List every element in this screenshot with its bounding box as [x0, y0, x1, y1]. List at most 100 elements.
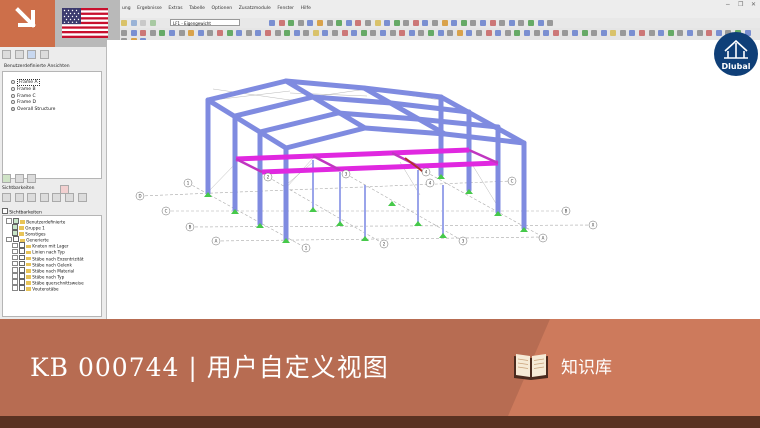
toolbar-button[interactable] [297, 20, 304, 26]
model-viewport[interactable]: D C B A C B A X 1 2 3 4 1 2 3 4 [107, 40, 760, 319]
menu-item[interactable]: Fenster [277, 0, 294, 18]
toolbar-button[interactable] [441, 20, 448, 26]
radio-button-selected[interactable] [11, 107, 15, 112]
toolbar-button[interactable] [399, 30, 406, 36]
toolbar-button[interactable] [374, 20, 381, 26]
toolbar-button[interactable] [274, 30, 281, 36]
toolbar-button[interactable] [677, 30, 684, 36]
tree-item[interactable]: Stäbe nach Exzentrizität [6, 254, 84, 261]
toolbar-button[interactable] [466, 30, 473, 36]
toolbar-button[interactable] [197, 30, 204, 36]
toolbar-button[interactable] [345, 20, 352, 26]
toolbar-button[interactable] [418, 30, 425, 36]
toolbar-button[interactable] [403, 20, 410, 26]
add-view-button[interactable] [2, 174, 11, 183]
toolbar-button[interactable] [307, 20, 314, 26]
toolbar-button[interactable] [168, 30, 175, 36]
toolbar-button[interactable] [514, 30, 521, 36]
toolbar-button[interactable] [288, 20, 295, 26]
menu-item[interactable]: ung [122, 0, 131, 18]
toolbar-button[interactable] [149, 30, 156, 36]
toolbar-button[interactable] [322, 30, 329, 36]
toolbar-button[interactable] [523, 30, 530, 36]
tab-data[interactable] [2, 50, 11, 59]
toolbar-button[interactable] [412, 20, 419, 26]
structure-model[interactable]: D C B A C B A X 1 2 3 4 1 2 3 4 [107, 40, 760, 319]
visibility-tool-button[interactable] [77, 193, 87, 202]
toolbar-button[interactable] [610, 30, 617, 36]
toolbar-button[interactable] [312, 30, 319, 36]
toolbar-button[interactable] [140, 30, 147, 36]
toolbar-button[interactable] [159, 30, 166, 36]
expand-icon[interactable] [12, 279, 18, 285]
menu-item[interactable]: Hilfe [301, 0, 311, 18]
toolbar-button[interactable] [207, 30, 214, 36]
expand-icon[interactable] [12, 273, 18, 279]
toolbar-button[interactable] [216, 30, 223, 36]
highlighted-members[interactable] [235, 147, 499, 175]
toolbar-button[interactable] [293, 30, 300, 36]
tab-display[interactable] [14, 50, 24, 59]
toolbar-button[interactable] [533, 30, 540, 36]
toolbar-button[interactable] [629, 30, 636, 36]
tree-checkbox[interactable] [19, 242, 25, 249]
tree-checkbox[interactable] [19, 248, 25, 255]
toolbar-button[interactable] [178, 30, 185, 36]
toolbar-button[interactable] [485, 30, 492, 36]
toolbar-button[interactable] [422, 20, 429, 26]
toolbar-button[interactable] [475, 30, 482, 36]
toolbar-button[interactable] [619, 30, 626, 36]
tree-checkbox[interactable] [13, 236, 19, 243]
visibility-tool-button[interactable] [27, 193, 37, 202]
toolbar-button[interactable] [121, 30, 127, 36]
expand-icon[interactable] [12, 267, 18, 273]
expand-icon[interactable] [12, 242, 18, 249]
toolbar-button[interactable] [351, 30, 358, 36]
toolbar-button[interactable] [336, 20, 343, 26]
radio-button[interactable] [11, 80, 15, 84]
tree-checkbox[interactable] [19, 272, 25, 279]
toolbar-button[interactable] [460, 20, 467, 26]
toolbar-button[interactable] [437, 30, 444, 36]
toolbar-button[interactable] [389, 30, 396, 36]
toolbar-button[interactable] [284, 30, 291, 36]
edit-view-button[interactable] [14, 174, 24, 183]
tab-views[interactable] [27, 50, 37, 59]
radio-button[interactable] [11, 100, 15, 105]
load-case-select[interactable]: LF1 - Eigengewicht [170, 19, 240, 26]
toolbar-button[interactable] [370, 30, 377, 36]
toolbar-button[interactable] [380, 30, 387, 36]
toolbar-button[interactable] [121, 20, 127, 26]
toolbar-button[interactable] [528, 20, 534, 26]
toolbar-button[interactable] [648, 30, 655, 36]
tree-checkbox[interactable] [12, 230, 18, 236]
toolbar-button[interactable] [480, 20, 487, 26]
toolbar-button[interactable] [456, 30, 463, 36]
toolbar-button[interactable] [149, 20, 156, 26]
toolbar-button[interactable] [543, 30, 550, 36]
toolbar-button[interactable] [696, 30, 703, 36]
tree-checkbox[interactable] [19, 278, 25, 285]
toolbar-button[interactable] [130, 20, 137, 26]
tree-checkbox[interactable] [19, 266, 25, 273]
toolbar-button[interactable] [332, 30, 339, 36]
visibility-tool-button[interactable] [2, 193, 11, 202]
knowledge-base-label[interactable]: 知识库 [561, 353, 612, 378]
toolbar-button[interactable] [552, 30, 559, 36]
us-flag-icon[interactable] [62, 8, 108, 38]
toolbar-button[interactable] [326, 20, 333, 26]
tree-item[interactable]: Voutenstäbe [6, 285, 84, 291]
tree-checkbox[interactable] [19, 260, 25, 267]
toolbar-button[interactable] [140, 20, 147, 26]
toolbar-button[interactable] [364, 20, 371, 26]
toolbar-button[interactable] [581, 30, 588, 36]
toolbar-button[interactable] [504, 30, 511, 36]
menu-item[interactable]: Tabelle [189, 0, 205, 18]
tab-results[interactable] [39, 50, 49, 59]
expand-icon[interactable] [6, 218, 12, 224]
toolbar-button[interactable] [316, 20, 323, 26]
maximize-button[interactable]: ❐ [738, 1, 743, 8]
menu-item[interactable]: Optionen [211, 0, 232, 18]
visibility-checkbox[interactable] [2, 208, 8, 214]
toolbar-button[interactable] [255, 30, 262, 36]
